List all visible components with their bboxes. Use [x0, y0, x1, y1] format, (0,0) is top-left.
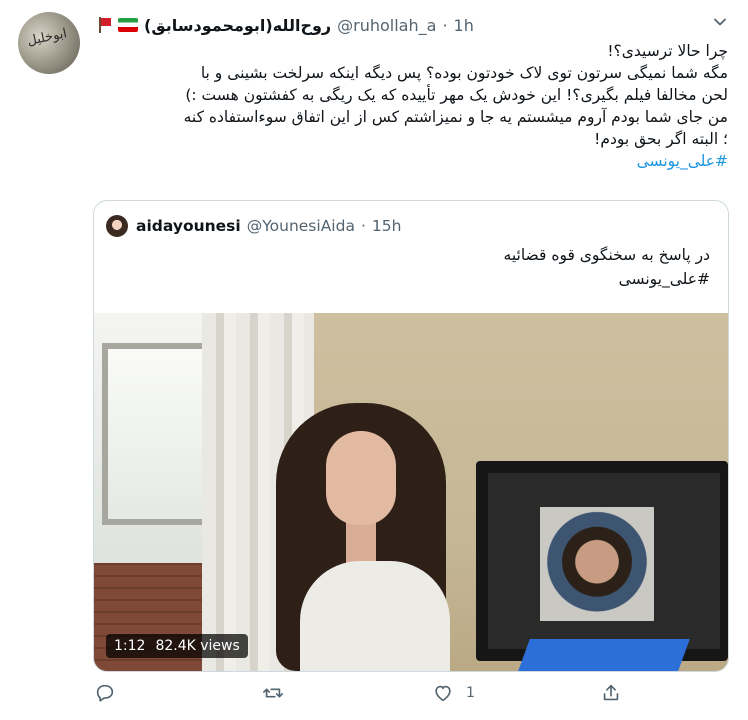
like-button[interactable]: 1 — [432, 682, 475, 704]
share-icon — [603, 684, 619, 701]
chevron-down-icon[interactable] — [712, 14, 728, 30]
reply-icon — [96, 684, 114, 702]
quoted-handle[interactable]: @YounesiAida — [247, 217, 355, 235]
retweet-icon — [263, 688, 283, 698]
author-avatar[interactable]: ابوخلیل — [18, 12, 80, 74]
video-view-count: 82.4K views — [155, 638, 240, 654]
quoted-line: در پاسخ به سخنگوی قوه قضائیه — [503, 246, 710, 264]
video-portrait-photo — [540, 507, 654, 621]
video-person-face — [326, 431, 396, 525]
separator-dot: · — [360, 217, 366, 235]
quoted-tweet-header: aidayounesi @YounesiAida · 15h — [136, 213, 401, 239]
separator-dot: · — [442, 15, 448, 35]
video-player[interactable]: 1:12 82.4K views — [94, 313, 728, 671]
quoted-time[interactable]: 15h — [372, 217, 402, 235]
author-display-name[interactable]: روح‌الله(ابومحمودسابق) — [144, 16, 331, 35]
quoted-tweet-body: در پاسخ به سخنگوی قوه قضائیه #علی_یونسی — [150, 243, 710, 291]
quoted-hashtag-link[interactable]: #علی_یونسی — [619, 270, 710, 288]
video-info-badge: 1:12 82.4K views — [106, 634, 248, 658]
like-icon — [435, 685, 451, 702]
author-handle[interactable]: @ruhollah_a — [337, 16, 436, 35]
tweet-body: چرا حالا ترسیدی؟! مگه شما نمیگی سرتون تو… — [98, 40, 728, 172]
like-count: 1 — [466, 685, 475, 701]
video-person-shirt — [300, 561, 450, 671]
tweet-hashtag-link[interactable]: #علی_یونسی — [637, 152, 728, 170]
avatar-signature-art: ابوخلیل — [25, 26, 69, 50]
iran-flag-icon — [118, 18, 138, 32]
retweet-button[interactable] — [262, 682, 284, 704]
quoted-display-name[interactable]: aidayounesi — [136, 217, 241, 235]
share-button[interactable] — [600, 682, 622, 704]
tweet-line: چرا حالا ترسیدی؟! — [607, 42, 728, 60]
tweet-line: من جای شما بودم آروم میشستم یه جا و نمیز… — [183, 108, 728, 126]
tweet-time[interactable]: 1h — [454, 16, 474, 35]
reply-button[interactable] — [94, 682, 116, 704]
red-flag-icon — [98, 17, 112, 33]
video-duration: 1:12 — [114, 638, 146, 654]
tweet-line: مگه شما نمیگی سرتون توی لاک خودتون بوده؟… — [200, 64, 728, 82]
tweet-line: لحن مخالفا فیلم بگیری؟! این خودش یک مهر … — [185, 86, 728, 104]
tweet-header: روح‌الله(ابومحمودسابق) @ruhollah_a · 1h — [98, 12, 474, 38]
tweet-line: ؛ البته اگر بحق بودم! — [594, 130, 728, 148]
quoted-author-avatar[interactable] — [106, 215, 128, 237]
quoted-tweet-card[interactable]: aidayounesi @YounesiAida · 15h در پاسخ ب… — [93, 200, 729, 672]
video-laptop — [518, 639, 690, 671]
